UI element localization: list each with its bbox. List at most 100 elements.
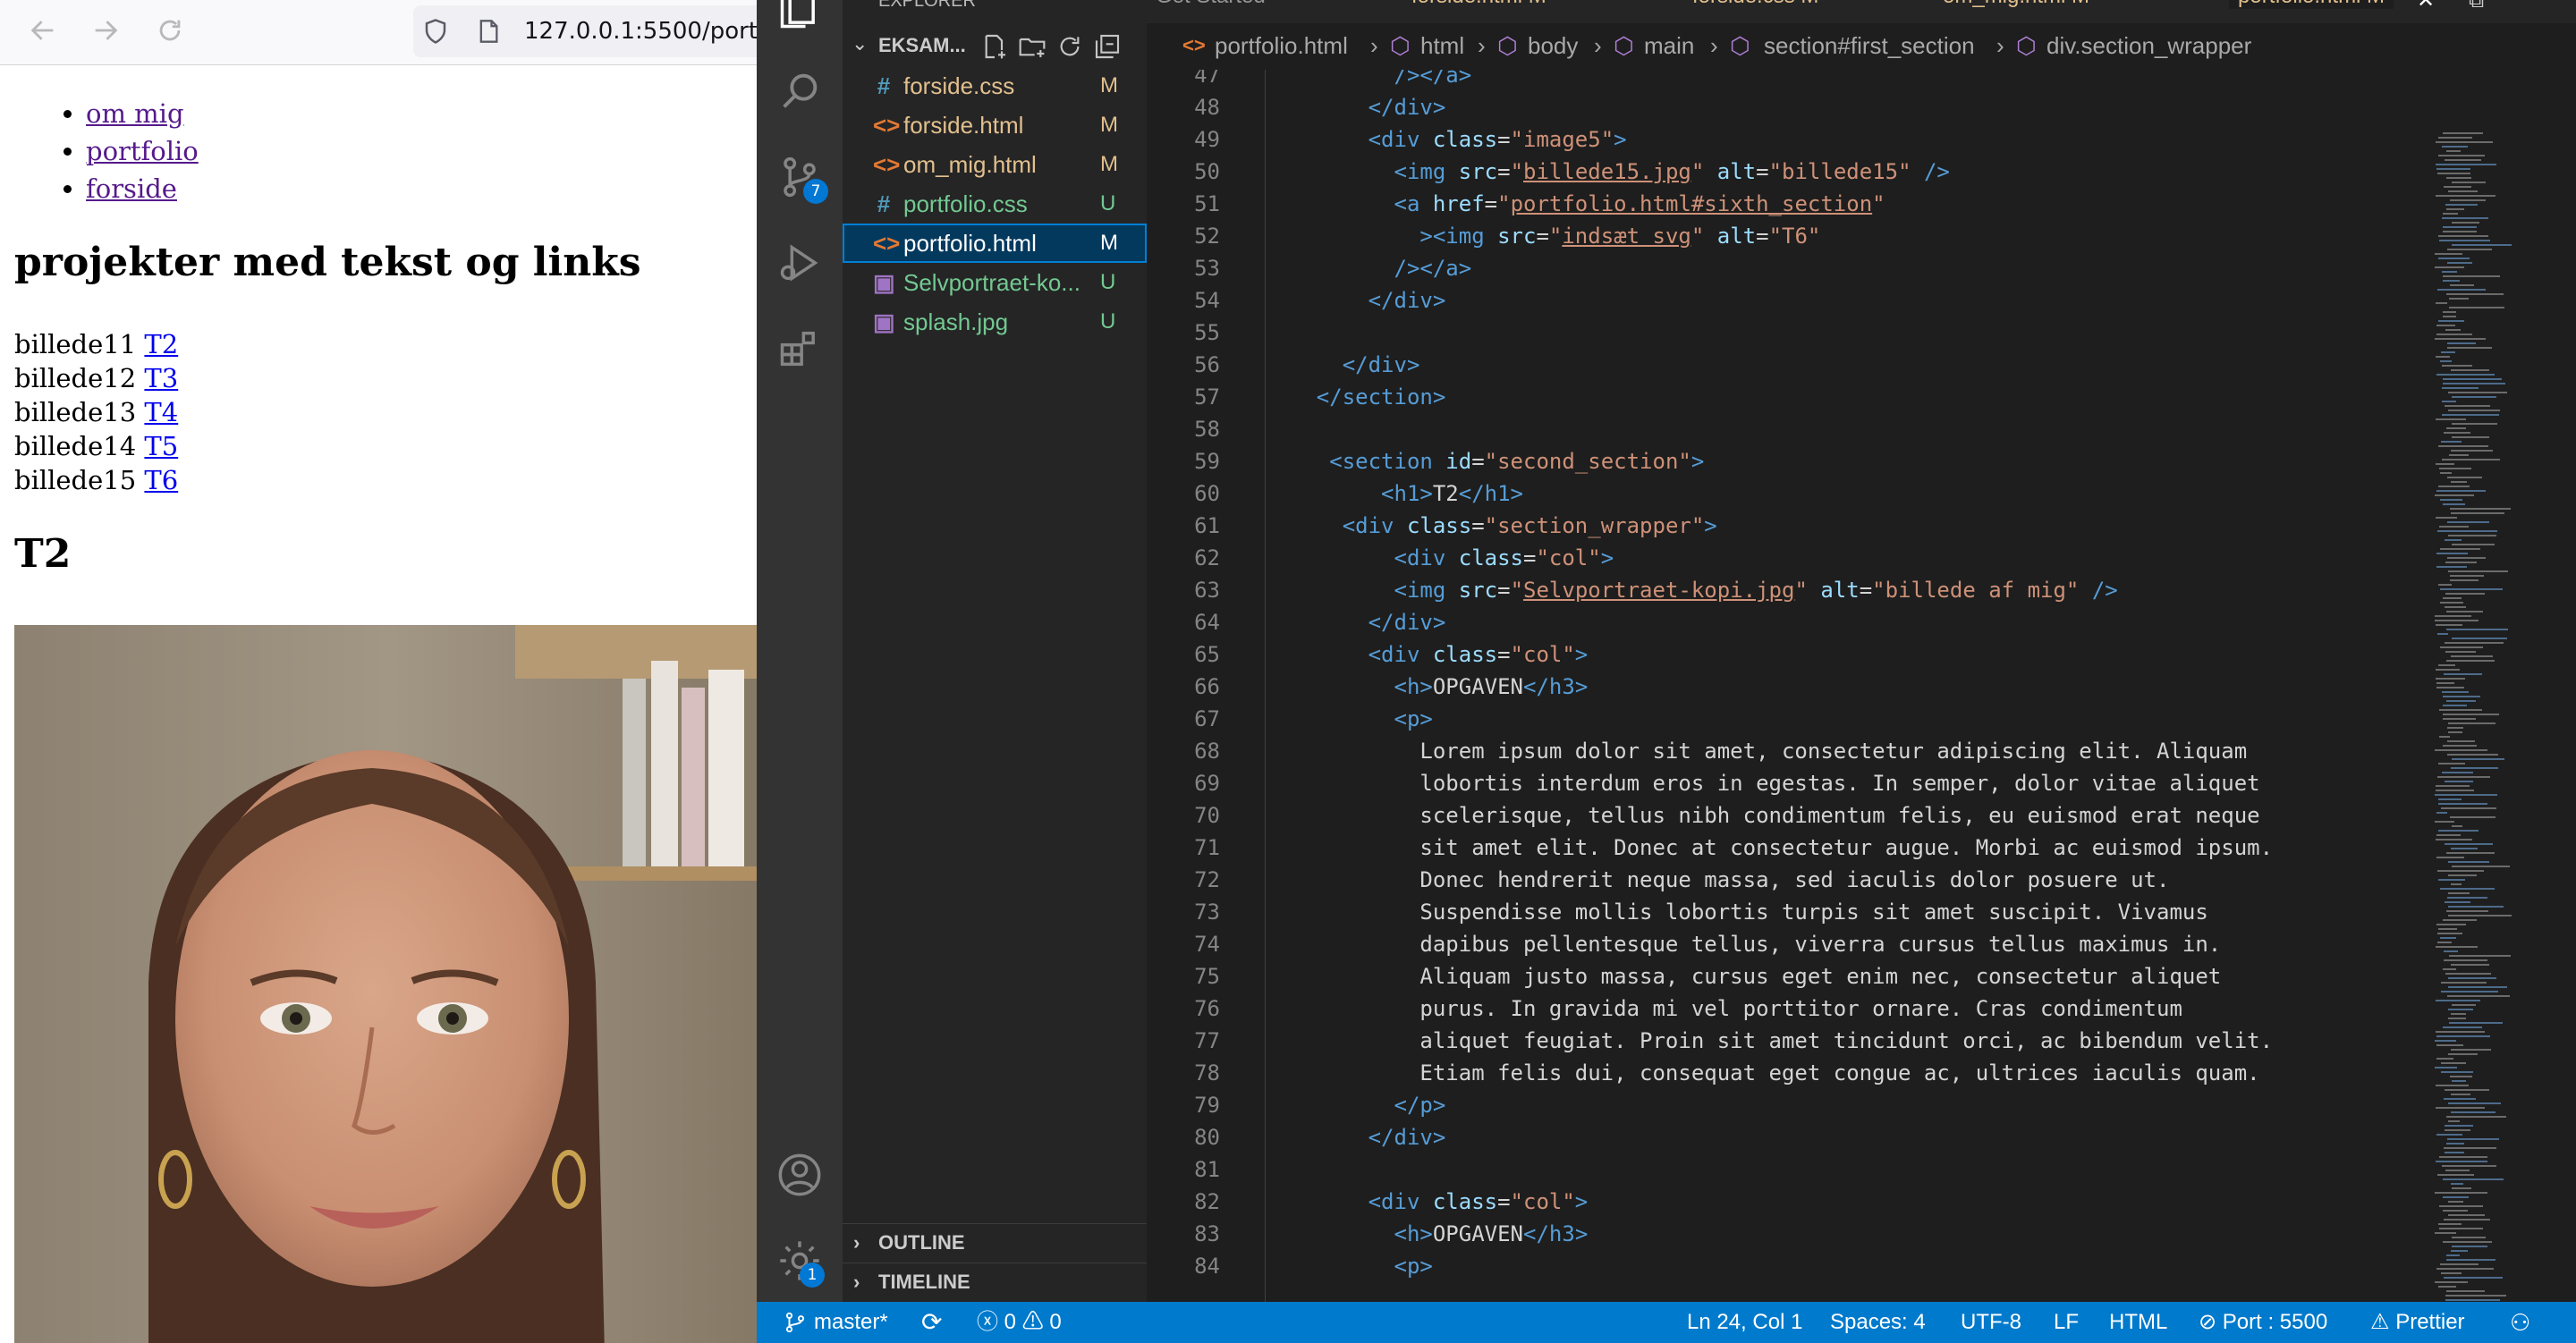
status-bar: master* ⟳ ⓧ 0 ⚠ 0 Ln 24, Col 1 Spaces: 4… [757,1302,2576,1343]
image-link[interactable]: T3 [144,363,178,393]
minimap-line [2447,477,2482,478]
image-link[interactable]: T6 [144,465,178,495]
image-label: billede13 [14,397,145,427]
breadcrumb-item[interactable]: div.section_wrapper [2046,32,2251,60]
url-text[interactable]: 127.0.0.1:5500/portf [524,18,757,45]
minimap-line [2446,1259,2496,1261]
minimap-line [2436,325,2455,326]
minimap-line [2452,866,2510,867]
settings-gear-icon[interactable]: 1 [776,1237,825,1288]
tab-om-mig-html[interactable]: om_mig.html M [1943,0,2089,9]
nav-item: om mig [86,95,199,132]
forward-button[interactable] [86,11,125,50]
line-number: 65 [1194,642,1220,667]
tab-get-started[interactable]: Get Started [1156,0,1266,9]
run-debug-icon[interactable] [776,240,823,286]
tab-forside-css[interactable]: forside.css M [1692,0,1818,9]
nav-link-forside[interactable]: forside [86,173,177,204]
code-line: <div class="section_wrapper"> [1342,513,1717,538]
language-mode[interactable]: HTML [2109,1302,2167,1343]
close-tab-icon[interactable]: ✕ [2417,0,2435,13]
extensions-icon[interactable] [776,325,823,372]
file-item[interactable]: ▣ splash.jpg U [843,302,1147,342]
explorer-icon[interactable] [776,0,823,32]
back-button[interactable] [23,11,63,50]
outline-section[interactable]: › OUTLINE [843,1223,1147,1262]
image-link[interactable]: T2 [144,329,178,359]
file-item[interactable]: # portfolio.css U [843,184,1147,224]
minimap-line [2436,1107,2485,1109]
breadcrumb-file[interactable]: portfolio.html [1215,32,1348,60]
minimap-line [2440,499,2462,501]
minimap-line [2443,968,2456,970]
live-server-port[interactable]: ⊘ Port : 5500 [2199,1302,2327,1343]
minimap-line [2443,231,2477,232]
split-editor-icon[interactable]: ⧉ [2469,0,2484,13]
file-item[interactable]: <> portfolio.html M [843,224,1147,263]
image-link[interactable]: T5 [144,431,178,461]
file-item[interactable]: <> forside.html M [843,106,1147,145]
breadcrumb-item[interactable]: html [1420,32,1464,60]
element-icon: ⬡ [1390,32,1411,59]
nav-link-om-mig[interactable]: om mig [86,98,184,129]
code-line: <h>OPGAVEN</h3> [1394,674,1589,699]
account-icon[interactable] [776,1152,823,1198]
indentation[interactable]: Spaces: 4 [1830,1302,1926,1343]
reload-button[interactable] [150,11,190,50]
git-status-badge: U [1100,270,1116,294]
new-file-icon[interactable] [980,32,1009,61]
line-ending[interactable]: LF [2054,1302,2079,1343]
source-control-icon[interactable]: 7 [776,154,828,204]
code-line: purus. In gravida mi vel porttitor ornar… [1419,996,2182,1021]
file-name: forside.css [903,72,1015,99]
breadcrumb-item[interactable]: section#first_section [1764,32,1975,60]
file-item[interactable]: <> om_mig.html M [843,145,1147,184]
minimap-line [2451,1094,2470,1095]
sync-icon[interactable]: ⟳ [921,1302,942,1343]
minimap-line [2436,1000,2480,1001]
code-line: dapibus pellentesque tellus, viverra cur… [1419,932,2222,957]
project-folder-row[interactable]: ⌄ EKSAM... [843,27,1147,66]
file-item[interactable]: # forside.css M [843,66,1147,106]
minimap-line [2435,749,2487,751]
minimap-line [2447,342,2476,344]
search-icon[interactable] [776,68,823,114]
minimap-line [2445,781,2473,782]
timeline-section[interactable]: › TIMELINE [843,1263,1147,1301]
breadcrumb-item[interactable]: body [1528,32,1578,60]
refresh-icon[interactable] [1055,32,1084,61]
line-number: 60 [1194,481,1220,506]
minimap-line [2439,1228,2483,1229]
minimap-line [2436,1134,2462,1136]
minimap-line [2445,1125,2473,1127]
encoding[interactable]: UTF-8 [1961,1302,2021,1343]
explorer-title: EXPLORER [878,0,976,11]
minimap-line [2436,168,2470,170]
collapse-all-icon[interactable] [1093,32,1122,61]
breadcrumb-item[interactable]: main [1644,32,1694,60]
cursor-position[interactable]: Ln 24, Col 1 [1687,1302,1802,1343]
file-item[interactable]: ▣ Selvportraet-ko... U [843,263,1147,302]
minimap-line [2440,937,2456,939]
nav-link-portfolio[interactable]: portfolio [86,136,199,166]
branch-name[interactable]: master* [814,1302,888,1343]
minimap-line [2450,816,2496,818]
minimap-line [2439,1156,2487,1158]
minimap-line [2439,526,2469,528]
problems-indicator[interactable]: ⓧ 0 ⚠ 0 [977,1302,1062,1343]
code-line: <a href="portfolio.html#sixth_section" [1394,191,1885,216]
code-line: ><img src="indsæt svg" alt="T6" [1419,224,1821,249]
image-link[interactable]: T4 [144,397,178,427]
feedback-icon[interactable]: ⚇ [2510,1302,2530,1343]
minimap-line [2445,1299,2500,1301]
code-line: <div class="col"> [1368,642,1589,667]
minimap-line [2445,204,2478,206]
code-editor[interactable]: 47 48 49 50 51 52 53 54 55 56 57 58 59 60 61 62 63 64 65 66… [1147,70,2444,1302]
minimap[interactable] [2431,70,2576,1302]
tab-portfolio-html[interactable]: portfolio.html M [2229,0,2394,9]
prettier-status[interactable]: ⚠ Prettier [2370,1302,2465,1343]
url-bar[interactable]: 127.0.0.1:5500/portf [413,5,757,57]
minimap-line [2447,557,2486,559]
new-folder-icon[interactable] [1018,32,1046,61]
tab-forside-html[interactable]: forside.html M [1411,0,1546,9]
